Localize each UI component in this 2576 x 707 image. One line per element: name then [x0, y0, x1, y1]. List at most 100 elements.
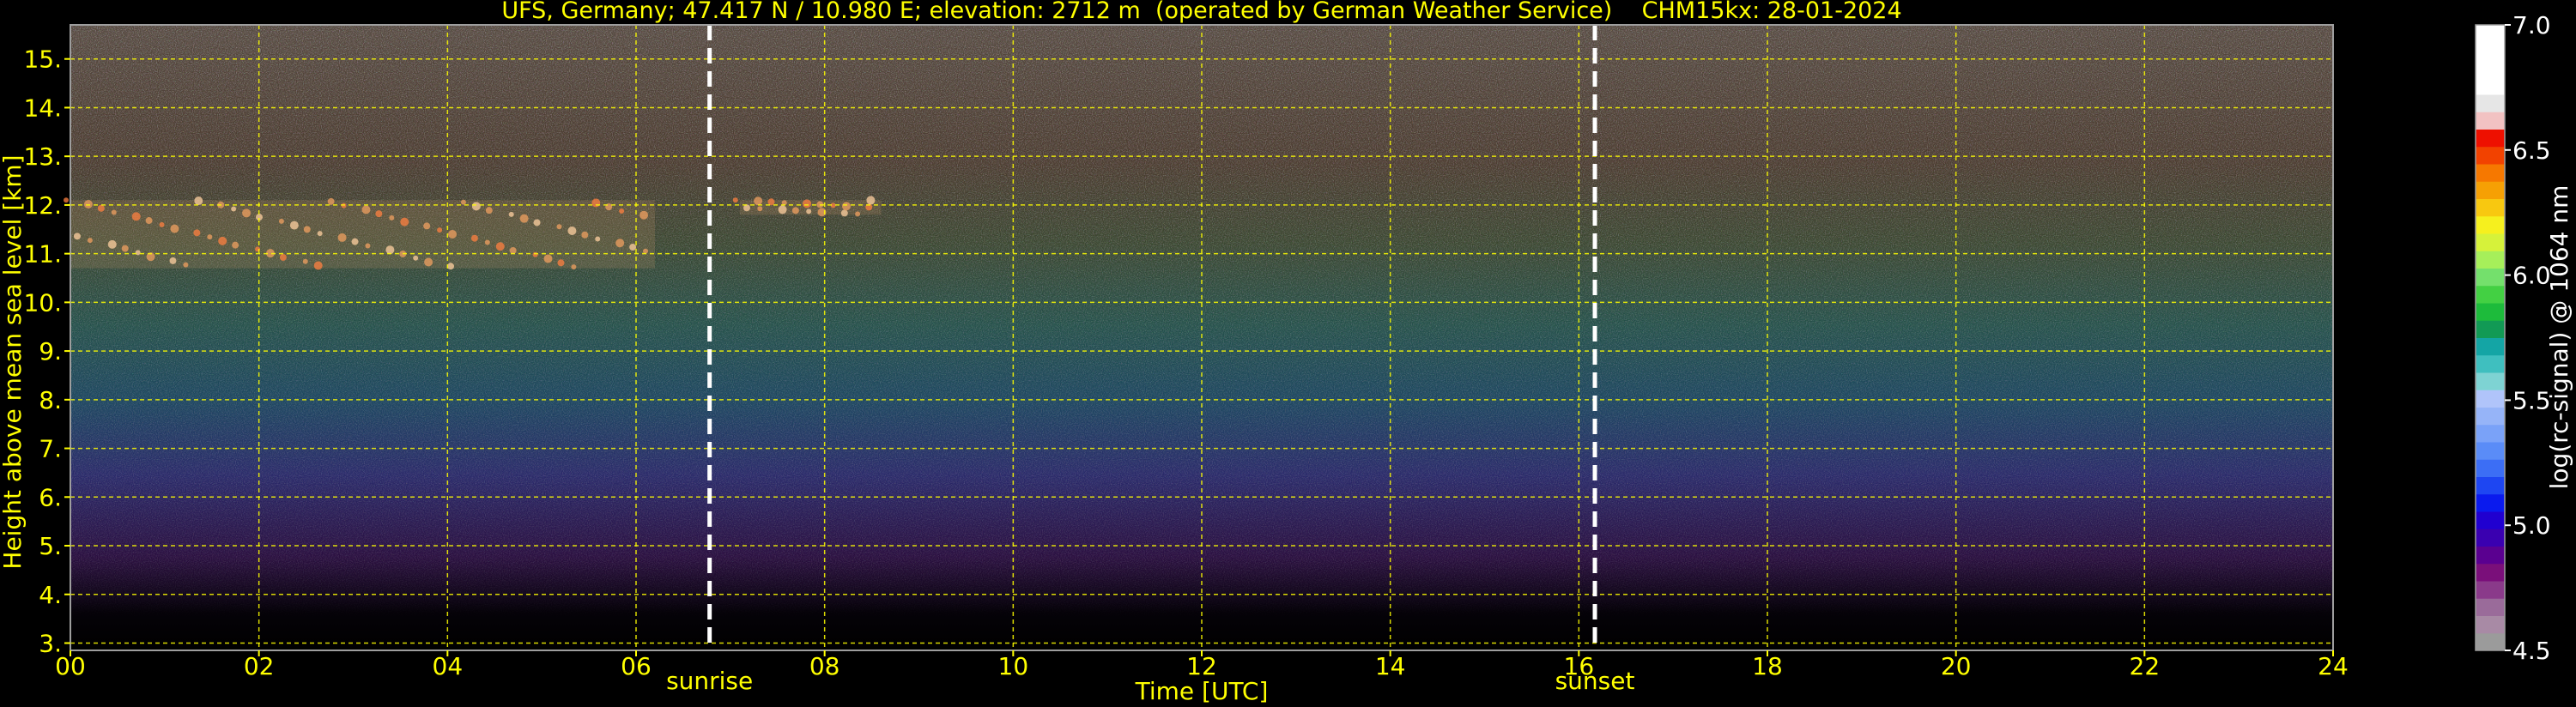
- colorbar-swatch: [2476, 76, 2505, 95]
- colorbar-swatch: [2476, 563, 2505, 582]
- cloud-speck: [639, 210, 649, 220]
- x-tick-label: 04: [433, 652, 464, 680]
- colorbar-swatch: [2476, 285, 2505, 304]
- colorbar-swatch: [2476, 546, 2505, 565]
- colorbar-swatch: [2476, 215, 2505, 234]
- cloud-speck: [424, 257, 433, 267]
- cloud-speck: [629, 244, 637, 251]
- x-tick-label: 16: [1564, 652, 1595, 680]
- cloud-speck: [791, 207, 799, 215]
- cloud-speck: [767, 198, 775, 206]
- sun-marker-label: sunrise: [666, 667, 753, 695]
- colorbar-swatch: [2476, 581, 2505, 599]
- colorbar-swatch: [2476, 407, 2505, 426]
- cloud-speck: [73, 233, 81, 240]
- colorbar-swatch: [2476, 233, 2505, 251]
- cloud-speck: [375, 210, 383, 218]
- cloud-speck: [778, 205, 787, 215]
- cloud-speck: [303, 226, 311, 233]
- cloud-speck: [302, 258, 308, 264]
- colorbar-tick-label: 6.5: [2512, 136, 2551, 165]
- cloud-speck: [803, 199, 812, 208]
- cloud-speck: [840, 209, 848, 217]
- cloud-speck: [619, 208, 625, 214]
- colorbar-swatch: [2476, 198, 2505, 217]
- y-tick-label: 9.: [39, 337, 62, 366]
- cloud-speck: [855, 211, 861, 217]
- ceilometer-chart: UFS, Germany; 47.417 N / 10.980 E; eleva…: [0, 0, 2573, 705]
- colorbar-swatch: [2476, 337, 2505, 356]
- x-tick-label: 14: [1375, 652, 1406, 680]
- x-tick-label: 20: [1941, 652, 1972, 680]
- cloud-speck: [111, 209, 117, 215]
- cloud-speck: [460, 199, 466, 205]
- cloud-speck: [279, 253, 287, 261]
- cloud-speck: [183, 262, 189, 268]
- cloud-speck: [135, 250, 141, 256]
- cloud-speck: [145, 217, 153, 225]
- colorbar-swatch: [2476, 320, 2505, 338]
- cloud-speck: [169, 257, 177, 264]
- colorbar-swatch: [2476, 476, 2505, 495]
- cloud-speck: [437, 227, 443, 233]
- colorbar-swatch: [2476, 164, 2505, 182]
- cloud-speck: [732, 197, 738, 203]
- cloud-speck: [508, 211, 514, 217]
- colorbar-swatch: [2476, 598, 2505, 616]
- y-tick-label: 14.: [23, 94, 62, 122]
- cloud-speck: [97, 204, 105, 212]
- cloud-speck: [757, 206, 763, 212]
- cloud-speck: [567, 226, 577, 235]
- y-tick-label: 4.: [39, 581, 62, 609]
- cloud-speck: [543, 254, 553, 263]
- colorbar-swatch: [2476, 251, 2505, 269]
- y-tick-label: 11.: [23, 240, 62, 269]
- cloud-speck: [313, 261, 323, 270]
- cloud-speck: [485, 207, 493, 215]
- cloud-speck: [337, 233, 347, 242]
- cloud-speck: [866, 196, 876, 205]
- colorbar-swatch: [2476, 424, 2505, 443]
- colorbar-tick-label: 7.0: [2512, 11, 2551, 39]
- cloud-speck: [495, 242, 505, 251]
- colorbar-swatch: [2476, 181, 2505, 199]
- y-axis-label: Height above mean sea level [km]: [0, 154, 27, 569]
- y-axis-ticks: 3. 4. 5. 6. 7. 8. 9. 10. 11. 12. 13. 14. 15.: [23, 45, 70, 657]
- cloud-speck: [121, 245, 129, 252]
- y-tick-label: 10.: [23, 288, 62, 317]
- cloud-speck: [806, 208, 812, 215]
- colorbar-swatch: [2476, 372, 2505, 390]
- colorbar-swatch: [2476, 529, 2505, 547]
- cloud-speck: [327, 197, 335, 205]
- colorbar-swatch: [2476, 129, 2505, 148]
- cloud-speck: [423, 222, 431, 230]
- cloud-speck: [519, 214, 529, 223]
- plot-area: sunrise sunset: [64, 24, 2334, 695]
- cloud-speck: [447, 263, 455, 270]
- colorbar-swatch: [2476, 442, 2505, 460]
- cloud-speck: [841, 202, 851, 211]
- colorbar-swatch: [2476, 112, 2505, 130]
- cloud-speck: [107, 239, 117, 249]
- cloud-speck: [533, 219, 541, 227]
- cloud-speck: [242, 208, 252, 218]
- cloud-speck: [413, 255, 419, 261]
- cloud-speck: [218, 236, 227, 245]
- colorbar-tick-label: 5.0: [2512, 511, 2551, 540]
- colorbar-tick-label: 4.5: [2512, 637, 2551, 665]
- cloud-speck: [557, 259, 565, 267]
- cloud-speck: [389, 215, 395, 221]
- x-tick-label: 08: [809, 652, 840, 680]
- cloud-speck: [232, 241, 239, 249]
- colorbar-swatch: [2476, 42, 2505, 60]
- x-axis-ticks: 00 02 04 06 08 10 12 14 16 18 20 22 24: [55, 650, 2349, 680]
- cloud-speck: [351, 238, 359, 245]
- y-tick-label: 5.: [39, 532, 62, 560]
- cloud-speck: [365, 243, 371, 249]
- colorbar-swatch: [2476, 493, 2505, 512]
- cloud-speck: [385, 245, 395, 255]
- x-tick-label: 18: [1752, 652, 1783, 680]
- y-tick-label: 7.: [39, 435, 62, 463]
- cloud-speck: [754, 196, 763, 206]
- colorbar-swatch: [2476, 390, 2505, 408]
